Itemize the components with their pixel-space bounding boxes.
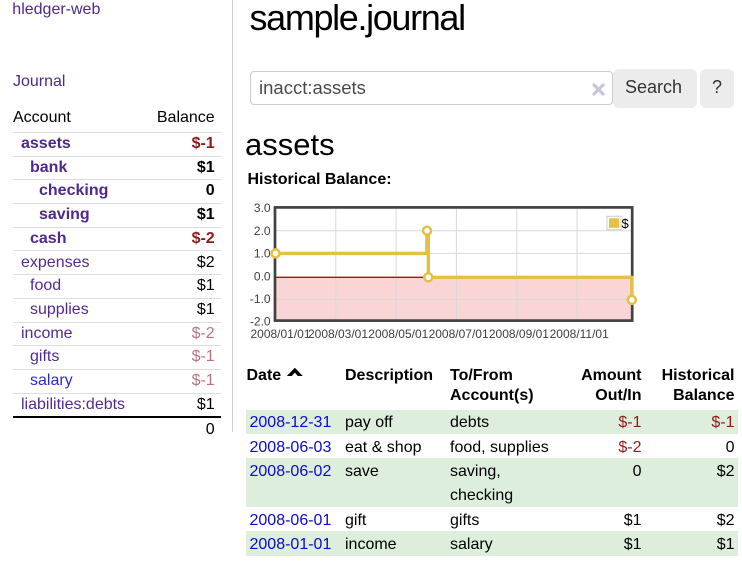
svg-text:2008/01/01: 2008/01/01 (250, 327, 310, 341)
svg-text:-1.0: -1.0 (250, 292, 271, 306)
svg-text:3.0: 3.0 (254, 201, 271, 215)
svg-text:2008/09/01: 2008/09/01 (489, 327, 549, 341)
svg-text:2008/05/01: 2008/05/01 (368, 327, 428, 341)
svg-text:2.0: 2.0 (254, 224, 271, 238)
svg-text:$: $ (622, 216, 630, 231)
svg-text:2008/03/01: 2008/03/01 (308, 327, 368, 341)
svg-text:0.0: 0.0 (254, 269, 271, 283)
svg-text:2008/11/01: 2008/11/01 (550, 327, 609, 341)
svg-text:1.0: 1.0 (254, 247, 271, 261)
svg-text:2008/07/01: 2008/07/01 (429, 327, 489, 341)
